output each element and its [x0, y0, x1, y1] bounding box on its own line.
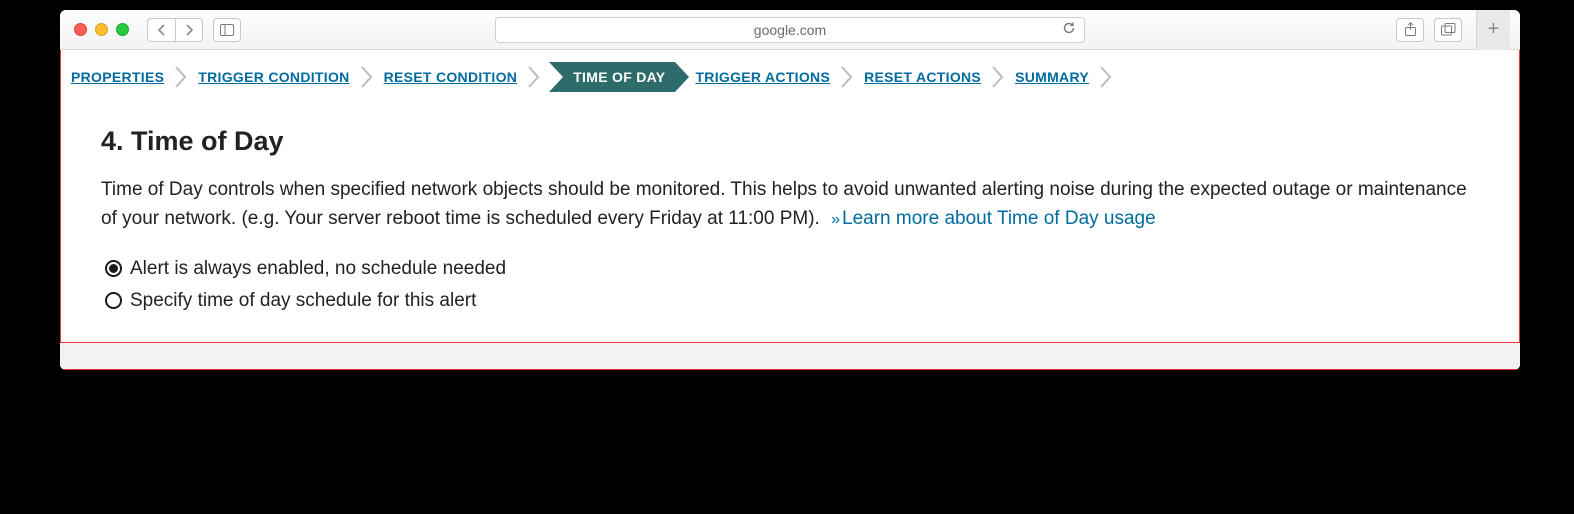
forward-button[interactable] [175, 18, 203, 42]
page-heading: 4. Time of Day [101, 126, 1479, 157]
chevron-right-icon [840, 65, 854, 89]
page-footer [60, 343, 1520, 369]
learn-more-link[interactable]: Learn more about Time of Day usage [842, 208, 1156, 229]
address-bar[interactable]: google.com [495, 17, 1085, 43]
radio-icon [105, 260, 122, 277]
radio-label: Alert is always enabled, no schedule nee… [130, 258, 506, 280]
breadcrumb-properties[interactable]: PROPERTIES [67, 69, 168, 85]
main-panel: 4. Time of Day Time of Day controls when… [61, 98, 1519, 332]
radio-label: Specify time of day schedule for this al… [130, 290, 476, 312]
breadcrumb-reset-actions[interactable]: RESET ACTIONS [860, 69, 985, 85]
minimize-window-button[interactable] [95, 23, 108, 36]
breadcrumb-time-of-day-current: TIME OF DAY [549, 62, 689, 92]
browser-titlebar: google.com + [60, 10, 1520, 50]
share-button[interactable] [1396, 18, 1424, 42]
back-button[interactable] [147, 18, 175, 42]
browser-window: google.com + PROPERTIES TRIGGER CONDITIO… [60, 10, 1520, 370]
new-tab-button[interactable]: + [1476, 10, 1510, 50]
radio-specify-schedule[interactable]: Specify time of day schedule for this al… [105, 290, 1479, 312]
titlebar-right-buttons: + [1396, 10, 1510, 50]
address-bar-text: google.com [754, 22, 826, 38]
close-window-button[interactable] [74, 23, 87, 36]
page-description: Time of Day controls when specified netw… [101, 175, 1479, 234]
breadcrumb-summary[interactable]: SUMMARY [1011, 69, 1093, 85]
reload-icon[interactable] [1062, 21, 1076, 39]
maximize-window-button[interactable] [116, 23, 129, 36]
breadcrumb-reset-condition[interactable]: RESET CONDITION [380, 69, 522, 85]
radio-icon [105, 292, 122, 309]
breadcrumb-trigger-actions[interactable]: TRIGGER ACTIONS [691, 69, 834, 85]
learn-more-prefix: » [831, 211, 840, 228]
radio-always-enabled[interactable]: Alert is always enabled, no schedule nee… [105, 258, 1479, 280]
wizard-breadcrumb: PROPERTIES TRIGGER CONDITION RESET CONDI… [61, 50, 1519, 98]
chevron-right-icon [174, 65, 188, 89]
chevron-right-icon [991, 65, 1005, 89]
breadcrumb-trigger-condition[interactable]: TRIGGER CONDITION [194, 69, 353, 85]
sidebar-toggle-button[interactable] [213, 18, 241, 42]
nav-buttons [147, 18, 203, 42]
tabs-button[interactable] [1434, 18, 1462, 42]
schedule-radio-group: Alert is always enabled, no schedule nee… [101, 258, 1479, 312]
chevron-right-icon [360, 65, 374, 89]
traffic-lights [60, 23, 129, 36]
breadcrumb-current-label: TIME OF DAY [563, 62, 675, 92]
page-content: PROPERTIES TRIGGER CONDITION RESET CONDI… [60, 50, 1520, 370]
description-text: Time of Day controls when specified netw… [101, 179, 1467, 229]
chevron-right-icon [527, 65, 541, 89]
chevron-right-icon [1099, 65, 1113, 89]
